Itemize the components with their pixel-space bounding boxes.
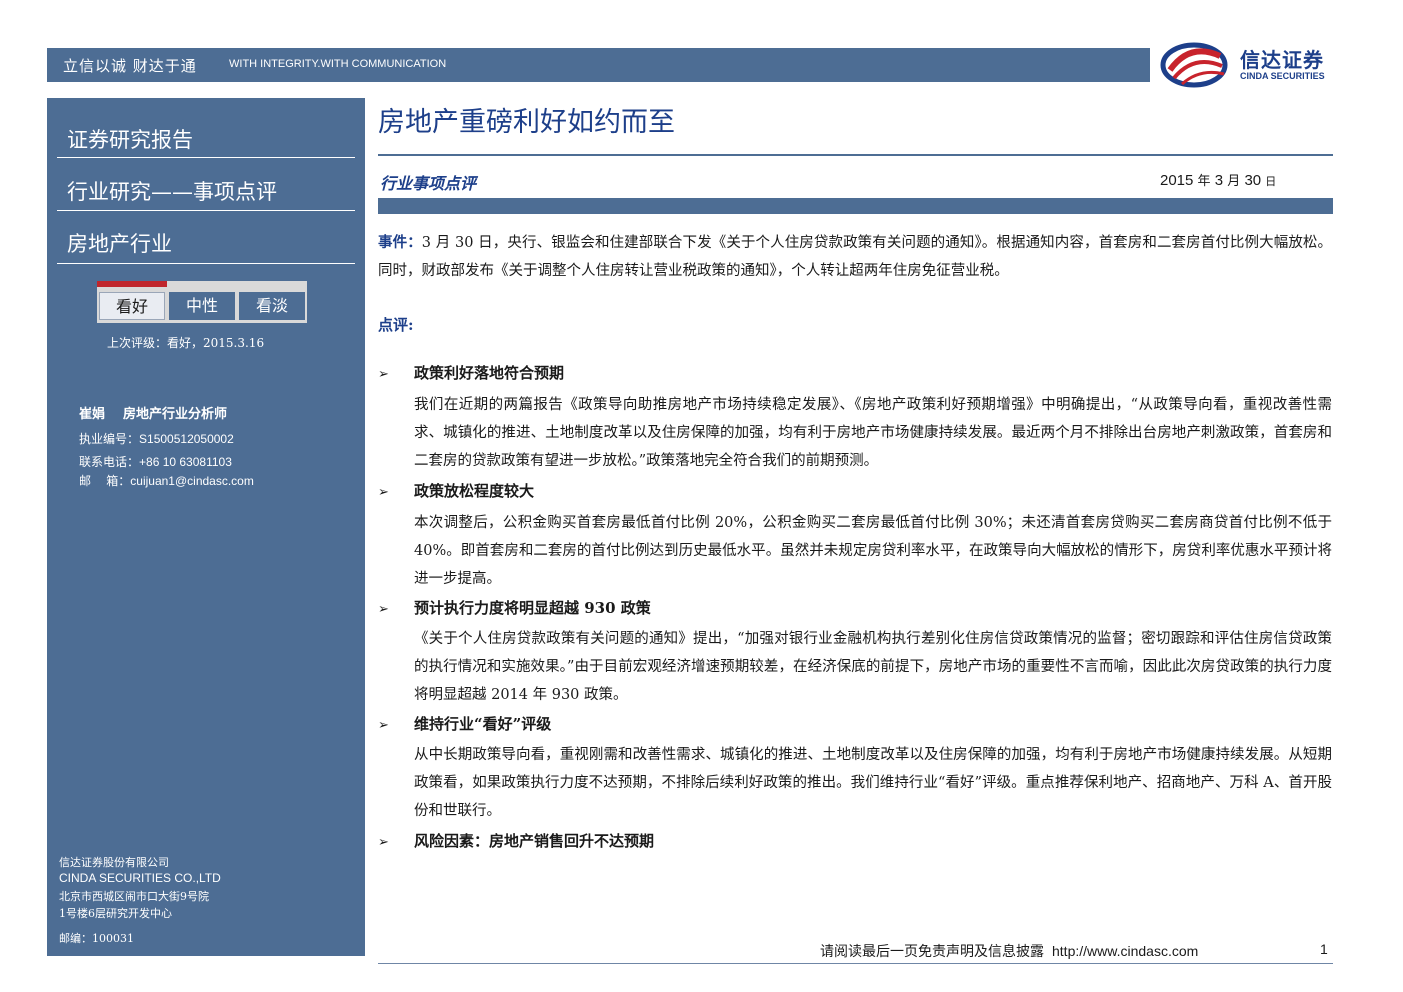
bullet-arrow-icon: ➢ xyxy=(378,602,389,617)
point-body: 本次调整后，公积金购买首套房最低首付比例 20%，公积金购买二套房最低首付比例 … xyxy=(414,515,1332,587)
contact-value: cuijuan1@cindasc.com xyxy=(130,474,254,488)
website-link[interactable]: http://www.cindasc.com xyxy=(1052,943,1198,959)
company-name-cn: 信达证券股份有限公司 xyxy=(59,856,169,869)
cinda-logo-mark-icon xyxy=(1160,42,1228,88)
title-rule xyxy=(378,154,1333,156)
analyst-info: 崔娟 房地产行业分析师 xyxy=(79,403,227,422)
header-bar xyxy=(378,198,1333,214)
point-heading-text: 预计执行力度将明显超越 930 政策 xyxy=(414,599,651,617)
banner-slogan-en: WITH INTEGRITY.WITH COMMUNICATION xyxy=(229,58,447,70)
date-year: 2015 xyxy=(1160,172,1194,189)
contact-phone: 联系电话：+86 10 63081103 xyxy=(79,453,232,470)
cinda-logo: 信达证券 CINDA SECURITIES xyxy=(1160,40,1350,90)
point-heading: ➢ 政策放松程度较大 xyxy=(378,480,534,501)
company-name-en: CINDA SECURITIES CO.,LTD xyxy=(59,871,221,885)
rating-indicator xyxy=(97,281,167,287)
previous-rating: 上次评级：看好，2015.3.16 xyxy=(107,336,265,350)
event-paragraph: 事件：3 月 30 日，央行、银监会和住建部联合下发《关于个人住房贷款政策有关问… xyxy=(378,229,1332,285)
rating-negative: 看淡 xyxy=(239,292,305,320)
point-heading-text: 政策放松程度较大 xyxy=(414,482,535,500)
report-date: 2015 年 3 月 30 日 xyxy=(1160,170,1276,189)
point-heading-text: 风险因素：房地产销售回升不达预期 xyxy=(414,832,655,850)
logo-name-cn: 信达证券 xyxy=(1240,48,1324,72)
contact-license: 执业编号：S1500512050002 xyxy=(79,430,234,447)
contact-label: 联系电话： xyxy=(79,455,140,469)
point-heading-text: 政策利好落地符合预期 xyxy=(414,364,565,382)
rating-selector: 看好 中性 看淡 xyxy=(97,281,307,323)
point-body: 我们在近期的两篇报告《政策导向助推房地产市场持续稳定发展》、《房地产政策利好预期… xyxy=(414,397,1332,469)
contact-email: 邮 箱：cuijuan1@cindasc.com xyxy=(79,472,254,489)
report-type: 行业事项点评 xyxy=(380,174,477,193)
contact-value: S1500512050002 xyxy=(139,432,234,446)
sidebar-divider xyxy=(57,157,355,158)
company-address-1: 北京市西城区闹市口大街9号院 xyxy=(59,890,209,903)
event-label: 事件： xyxy=(378,234,422,251)
banner-slogan-cn: 立信以诚 财达于通 xyxy=(63,57,197,75)
bullet-arrow-icon: ➢ xyxy=(378,835,389,850)
bullet-arrow-icon: ➢ xyxy=(378,718,389,733)
disclaimer-text: 请阅读最后一页免责声明及信息披露 xyxy=(820,944,1044,960)
date-month: 3 xyxy=(1214,172,1224,189)
contact-label: 执业编号： xyxy=(79,432,140,446)
event-text: 3 月 30 日，央行、银监会和住建部联合下发《关于个人住房贷款政策有关问题的通… xyxy=(378,235,1333,279)
report-title: 房地产重磅利好如约而至 xyxy=(378,107,675,138)
top-banner: 立信以诚 财达于通 WITH INTEGRITY.WITH COMMUNICAT… xyxy=(47,48,1150,82)
page-number: 1 xyxy=(1320,941,1328,957)
footer-rule xyxy=(378,963,1333,964)
company-postcode: 邮编：100031 xyxy=(59,932,134,945)
analyst-title: 房地产行业分析师 xyxy=(123,407,228,422)
date-year-unit: 年 xyxy=(1197,174,1211,189)
footer-disclaimer: 请阅读最后一页免责声明及信息披露 http://www.cindasc.com xyxy=(820,941,1198,961)
sidebar-title-industry: 房地产行业 xyxy=(67,232,172,256)
point-heading: ➢ 风险因素：房地产销售回升不达预期 xyxy=(378,830,654,851)
rating-positive: 看好 xyxy=(99,292,165,320)
sidebar: 证券研究报告 行业研究——事项点评 房地产行业 看好 中性 看淡 上次评级：看好… xyxy=(47,98,365,956)
point-heading-text: 维持行业“看好”评级 xyxy=(414,715,552,733)
sidebar-divider xyxy=(57,263,355,264)
date-day-unit: 日 xyxy=(1265,175,1277,188)
point-heading: ➢ 政策利好落地符合预期 xyxy=(378,362,564,383)
date-day: 30 xyxy=(1244,172,1262,189)
sidebar-title-research: 行业研究——事项点评 xyxy=(67,180,277,204)
point-body: 《关于个人住房贷款政策有关问题的通知》提出，“加强对银行业金融机构执行差别化住房… xyxy=(414,631,1332,703)
comment-label: 点评: xyxy=(378,316,414,334)
point-heading: ➢ 维持行业“看好”评级 xyxy=(378,713,551,734)
rating-neutral: 中性 xyxy=(169,292,235,320)
analyst-name: 崔娟 xyxy=(79,407,106,422)
bullet-arrow-icon: ➢ xyxy=(378,485,389,500)
contact-label: 邮 箱： xyxy=(79,474,131,488)
bullet-arrow-icon: ➢ xyxy=(378,367,389,382)
date-month-unit: 月 xyxy=(1227,174,1241,189)
sidebar-divider xyxy=(57,210,355,211)
point-body: 从中长期政策导向看，重视刚需和改善性需求、城镇化的推进、土地制度改革以及住房保障… xyxy=(414,747,1332,819)
contact-value: +86 10 63081103 xyxy=(139,455,232,469)
point-heading: ➢ 预计执行力度将明显超越 930 政策 xyxy=(378,597,651,618)
sidebar-title-report: 证券研究报告 xyxy=(67,128,193,152)
logo-name-en: CINDA SECURITIES xyxy=(1240,71,1325,81)
company-address-2: 1号楼6层研究开发中心 xyxy=(59,907,172,920)
